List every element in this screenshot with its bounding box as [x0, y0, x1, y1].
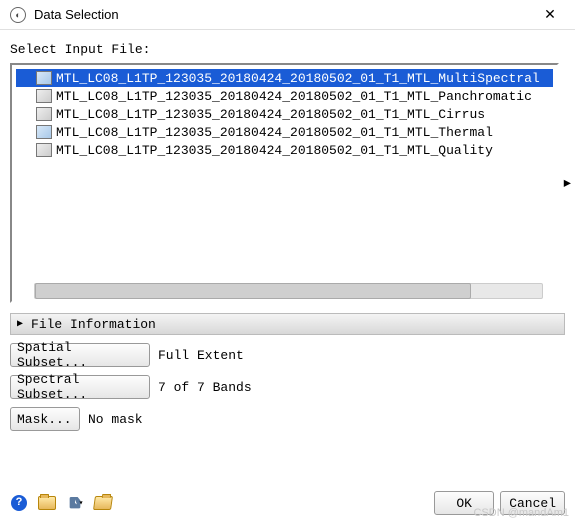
file-row[interactable]: MTL_LC08_L1TP_123035_20180424_20180502_0… [16, 141, 553, 159]
spatial-subset-button[interactable]: Spatial Subset... [10, 343, 150, 367]
file-information-label: File Information [31, 317, 156, 332]
bottom-toolbar: ? ▾ OK Cancel [10, 481, 565, 515]
file-row[interactable]: MTL_LC08_L1TP_123035_20180424_20180502_0… [16, 105, 553, 123]
raster-file-icon [36, 125, 52, 139]
file-row[interactable]: MTL_LC08_L1TP_123035_20180424_20180502_0… [16, 69, 553, 87]
chevron-right-icon: ▶ [17, 318, 23, 330]
help-icon[interactable]: ? [10, 494, 28, 512]
cancel-button[interactable]: Cancel [500, 491, 565, 515]
file-list-panel: MTL_LC08_L1TP_123035_20180424_20180502_0… [10, 63, 559, 303]
spectral-subset-button[interactable]: Spectral Subset... [10, 375, 150, 399]
raster-file-icon [36, 71, 52, 85]
horizontal-scrollbar[interactable] [34, 283, 543, 299]
file-name: MTL_LC08_L1TP_123035_20180424_20180502_0… [56, 143, 493, 158]
browse-folder-icon[interactable] [94, 494, 112, 512]
file-list[interactable]: MTL_LC08_L1TP_123035_20180424_20180502_0… [14, 67, 555, 275]
scrollbar-thumb[interactable] [35, 283, 471, 299]
open-folder-icon[interactable] [38, 494, 56, 512]
app-icon: ◐ [10, 7, 26, 23]
file-name: MTL_LC08_L1TP_123035_20180424_20180502_0… [56, 125, 493, 140]
file-name: MTL_LC08_L1TP_123035_20180424_20180502_0… [56, 89, 532, 104]
file-row[interactable]: MTL_LC08_L1TP_123035_20180424_20180502_0… [16, 87, 553, 105]
spatial-subset-value: Full Extent [158, 348, 244, 363]
file-information-header[interactable]: ▶ File Information [10, 313, 565, 335]
spectral-subset-value: 7 of 7 Bands [158, 380, 252, 395]
ok-button[interactable]: OK [434, 491, 494, 515]
file-name: MTL_LC08_L1TP_123035_20180424_20180502_0… [56, 107, 485, 122]
raster-file-icon [36, 89, 52, 103]
file-row[interactable]: MTL_LC08_L1TP_123035_20180424_20180502_0… [16, 123, 553, 141]
recent-files-icon[interactable]: ▾ [66, 494, 84, 512]
expand-right-arrow[interactable]: ▶ [564, 176, 571, 191]
content-area: Select Input File: MTL_LC08_L1TP_123035_… [0, 30, 575, 521]
mask-button[interactable]: Mask... [10, 407, 80, 431]
mask-value: No mask [88, 412, 143, 427]
window-title: Data Selection [34, 7, 535, 22]
title-bar: ◐ Data Selection ✕ [0, 0, 575, 30]
file-name: MTL_LC08_L1TP_123035_20180424_20180502_0… [56, 71, 540, 86]
select-input-file-label: Select Input File: [10, 42, 565, 57]
close-button[interactable]: ✕ [535, 0, 565, 30]
raster-file-icon [36, 107, 52, 121]
raster-file-icon [36, 143, 52, 157]
